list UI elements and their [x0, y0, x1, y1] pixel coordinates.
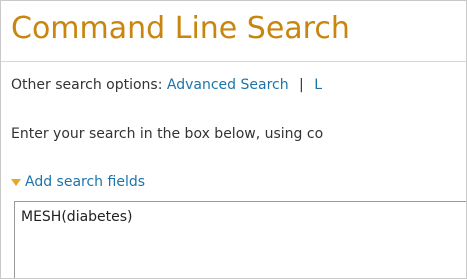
command-line-search-panel: Command Line Search Other search options… [0, 0, 467, 279]
search-options-label: Other search options: [11, 77, 163, 93]
options-separator: | [299, 77, 304, 93]
page-title: Command Line Search [11, 11, 350, 46]
search-query-input[interactable]: MESH(diabetes) [14, 201, 466, 278]
add-search-fields-toggle[interactable]: Add search fields [11, 172, 145, 192]
advanced-search-link[interactable]: Advanced Search [167, 77, 289, 93]
next-search-option-link[interactable]: L [314, 77, 322, 93]
triangle-down-icon [11, 179, 21, 186]
search-options-bar: Other search options: Advanced Search | … [11, 75, 322, 95]
title-divider [1, 61, 466, 62]
add-search-fields-label: Add search fields [25, 174, 146, 190]
search-instructions: Enter your search in the box below, usin… [11, 126, 324, 142]
